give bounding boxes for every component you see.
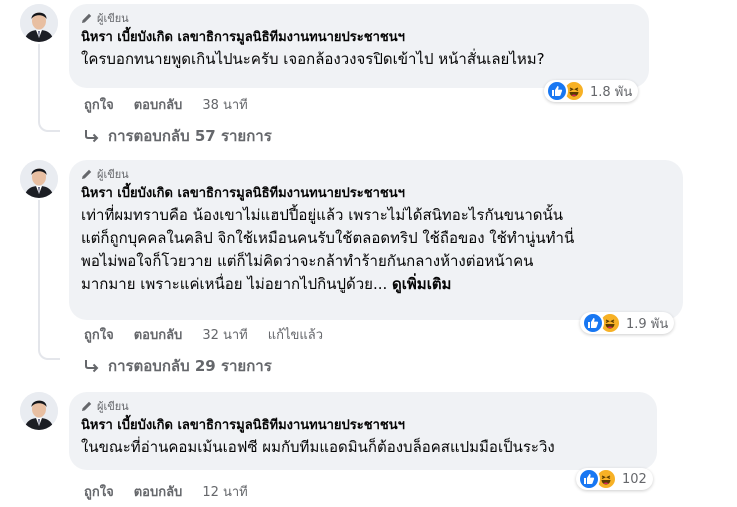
comment-text-fragment: มากมาย เพราะแค่เหนื่อย ไม่อยากไปกินปูด้ว…: [81, 275, 388, 293]
comment-actions: ถูกใจ ตอบกลับ 38 นาที: [84, 94, 248, 114]
reply-button[interactable]: ตอบกลับ: [134, 94, 183, 115]
view-replies-label: การตอบกลับ 57 รายการ: [108, 127, 272, 145]
like-button[interactable]: ถูกใจ: [84, 481, 114, 502]
author-badge-label: ผู้เขียน: [97, 400, 129, 413]
author-name[interactable]: นิหรา เบี้ยบังเกิด เลขาธิการมูลนิธิทีมงา…: [81, 28, 637, 48]
thread-line: [38, 44, 40, 118]
comment-timestamp[interactable]: 12 นาที: [202, 481, 247, 502]
avatar-image: [20, 4, 58, 42]
reaction-summary[interactable]: 1.9 พัน: [580, 312, 675, 334]
comment-actions: ถูกใจ ตอบกลับ 32 นาที แก้ไขแล้ว: [84, 324, 323, 344]
thumbs-up-icon: [546, 80, 568, 102]
author-badge: ผู้เขียน: [81, 10, 637, 26]
comment-text-line: พอไม่พอใจก็โวยวาย แต่ก็ไม่คิดว่าจะกล้าทำ…: [81, 252, 534, 270]
avatar[interactable]: [20, 4, 58, 42]
reaction-count: 102: [622, 471, 647, 487]
view-replies-button[interactable]: การตอบกลับ 29 รายการ: [84, 354, 272, 378]
comment-timestamp[interactable]: 38 นาที: [202, 94, 247, 115]
pencil-icon: [82, 401, 92, 411]
like-button[interactable]: ถูกใจ: [84, 94, 114, 115]
comment-bubble: ผู้เขียน นิหรา เบี้ยบังเกิด เลขาธิการมูล…: [69, 160, 683, 320]
view-replies-button[interactable]: การตอบกลับ 57 รายการ: [84, 124, 272, 148]
see-more-link[interactable]: ดูเพิ่มเติม: [392, 275, 451, 293]
author-badge-label: ผู้เขียน: [97, 168, 129, 181]
comment-bubble: ผู้เขียน นิหรา เบี้ยบังเกิด เลขาธิการมูล…: [69, 4, 649, 88]
thumbs-up-icon: [578, 468, 600, 490]
reply-button[interactable]: ตอบกลับ: [134, 481, 183, 502]
reaction-count: 1.8 พัน: [590, 84, 633, 100]
author-name[interactable]: นิหรา เบี้ยบังเกิด เลขาธิการมูลนิธิทีมงา…: [81, 416, 645, 436]
reply-button[interactable]: ตอบกลับ: [134, 324, 183, 345]
reply-arrow-icon: [85, 130, 99, 143]
author-badge: ผู้เขียน: [81, 398, 645, 414]
reply-arrow-icon: [85, 360, 99, 373]
avatar[interactable]: [20, 392, 58, 430]
pencil-icon: [82, 169, 92, 179]
avatar-image: [20, 160, 58, 198]
thread-connector: [38, 344, 60, 360]
edited-label[interactable]: แก้ไขแล้ว: [268, 324, 323, 345]
like-button[interactable]: ถูกใจ: [84, 324, 114, 345]
avatar[interactable]: [20, 160, 58, 198]
comment-text-line: มากมาย เพราะแค่เหนื่อย ไม่อยากไปกินปูด้ว…: [81, 273, 671, 296]
author-badge-label: ผู้เขียน: [97, 12, 129, 25]
comment-text-line: ใครบอกทนายพูดเกินไปนะครับ เจอกล้องวงจรปิ…: [81, 50, 545, 68]
comment-feed: ผู้เขียน นิหรา เบี้ยบังเกิด เลขาธิการมูล…: [0, 0, 737, 507]
comment-bubble: ผู้เขียน นิหรา เบี้ยบังเกิด เลขาธิการมูล…: [69, 392, 657, 470]
reaction-summary[interactable]: 1.8 พัน: [544, 80, 639, 102]
comment-text-line: แต่ก็ถูกบุคคลในคลิป จิกใช้เหมือนคนรับใช้…: [81, 229, 575, 247]
avatar-image: [20, 392, 58, 430]
comment-text-line: ในขณะที่อ่านคอมเม้นเอฟซี ผมกับทีมแอดมินก…: [81, 438, 555, 456]
reaction-count: 1.9 พัน: [626, 316, 669, 332]
thumbs-up-icon: [582, 312, 604, 334]
comment-text-line: เท่าที่ผมทราบคือ น้องเขาไม่แฮปปี้อยู่แล้…: [81, 206, 563, 224]
comment-timestamp[interactable]: 32 นาที: [202, 324, 247, 345]
author-badge: ผู้เขียน: [81, 166, 671, 182]
comment-actions: ถูกใจ ตอบกลับ 12 นาที: [84, 481, 248, 501]
thread-line: [38, 200, 40, 345]
thread-connector: [38, 116, 60, 132]
reaction-summary[interactable]: 102: [576, 468, 653, 490]
author-name[interactable]: นิหรา เบี้ยบังเกิด เลขาธิการมูลนิธิทีมงา…: [81, 184, 671, 204]
view-replies-label: การตอบกลับ 29 รายการ: [108, 357, 272, 375]
pencil-icon: [82, 13, 92, 23]
